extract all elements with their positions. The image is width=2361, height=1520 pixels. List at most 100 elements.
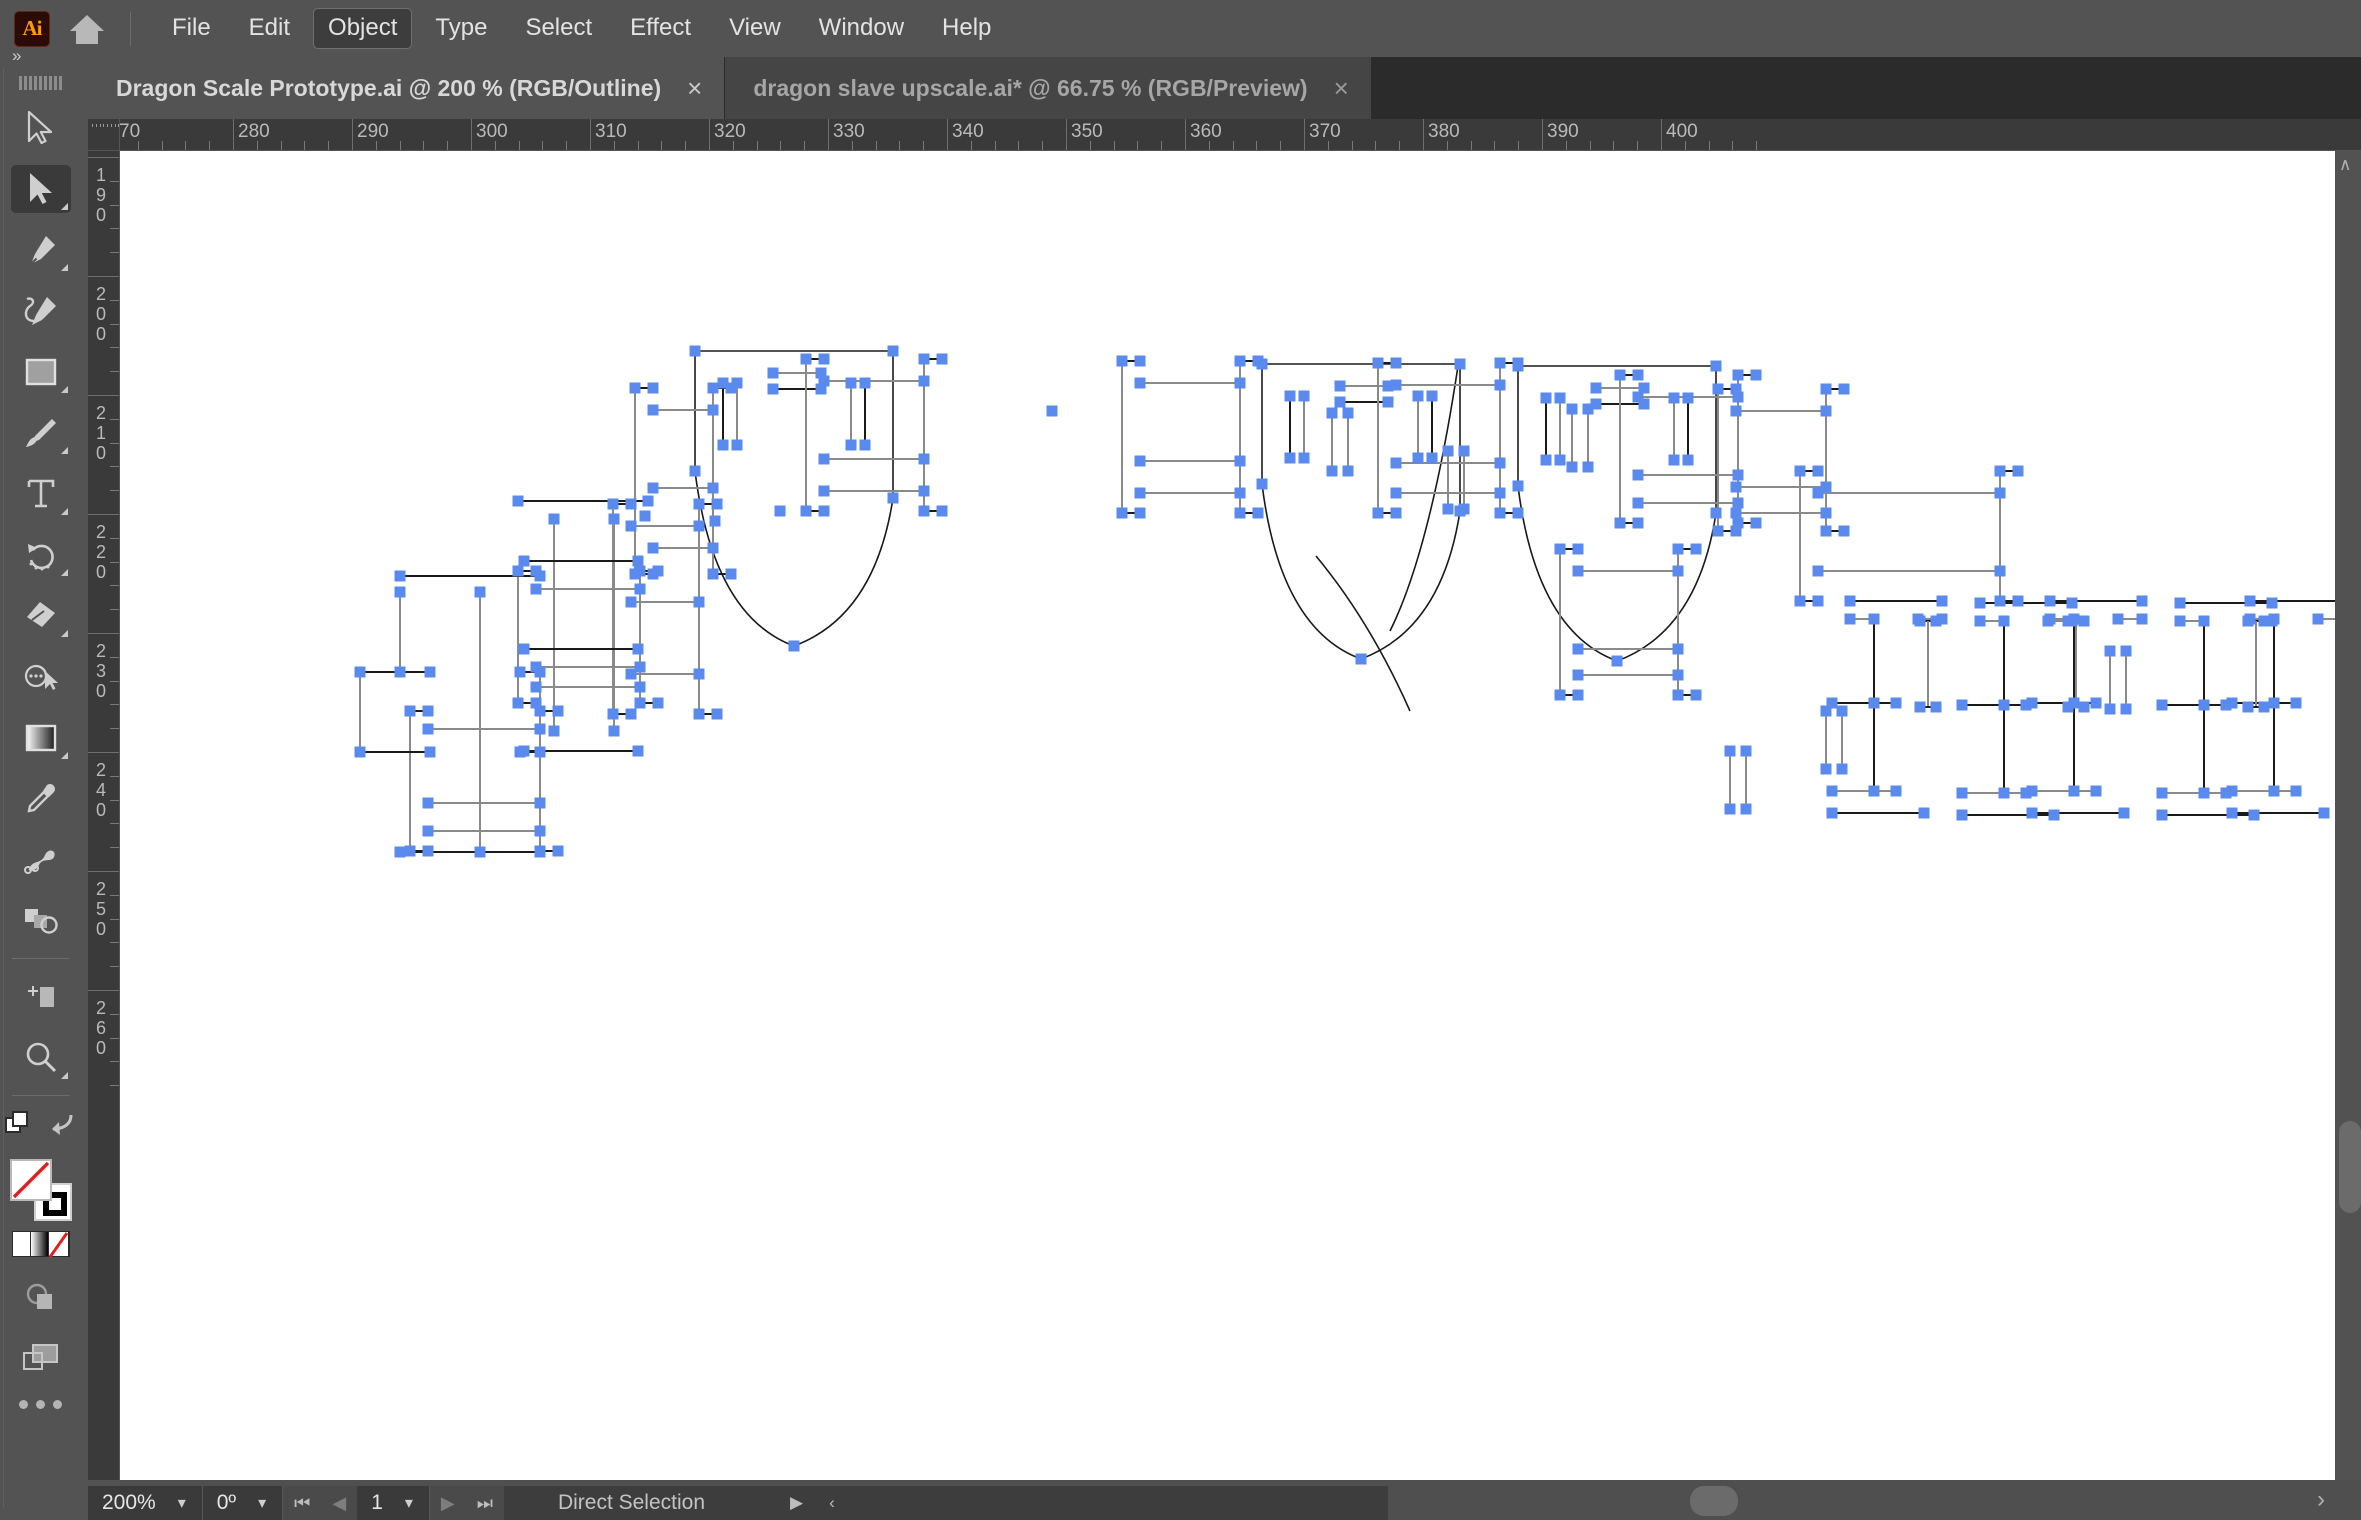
anchor-point[interactable] — [1582, 403, 1594, 415]
tool-flyout-icon[interactable] — [60, 569, 68, 576]
anchor-point[interactable] — [1936, 595, 1948, 607]
anchor-point[interactable] — [918, 485, 930, 497]
anchor-point[interactable] — [2266, 597, 2278, 609]
tool-flyout-icon[interactable] — [60, 752, 68, 759]
zoom-level-field[interactable]: 200% ▾ — [88, 1486, 203, 1520]
anchor-point[interactable] — [1252, 355, 1264, 367]
anchor-point[interactable] — [354, 746, 366, 758]
chevron-down-icon[interactable]: ▾ — [397, 1493, 429, 1513]
anchor-point[interactable] — [548, 513, 560, 525]
anchor-point[interactable] — [1820, 405, 1832, 417]
anchor-point[interactable] — [1234, 377, 1246, 389]
anchor-point[interactable] — [642, 495, 654, 507]
anchor-point[interactable] — [1672, 643, 1684, 655]
anchor-point[interactable] — [1298, 452, 1310, 464]
anchor-point[interactable] — [2268, 785, 2280, 797]
shape-modes-tool[interactable] — [11, 897, 71, 945]
drawing-mode-icon[interactable] — [11, 1273, 71, 1321]
anchor-point[interactable] — [1812, 595, 1824, 607]
anchor-point[interactable] — [818, 485, 830, 497]
anchor-point[interactable] — [2258, 615, 2270, 627]
anchor-point[interactable] — [1730, 525, 1742, 537]
scroll-right-icon[interactable]: › — [2317, 1486, 2325, 1514]
anchor-point[interactable] — [1844, 613, 1856, 625]
anchor-point[interactable] — [800, 505, 812, 517]
anchor-point[interactable] — [1868, 697, 1880, 709]
gradient-swatch-icon[interactable] — [30, 1232, 49, 1256]
anchor-point[interactable] — [1730, 481, 1742, 493]
anchor-point[interactable] — [818, 453, 830, 465]
anchor-point[interactable] — [1812, 487, 1824, 499]
anchor-point[interactable] — [1820, 383, 1832, 395]
anchor-point[interactable] — [1956, 809, 1968, 821]
horizontal-ruler[interactable]: 70 280 290 300 310 320 330 340 350 360 370 380 390 40… — [120, 119, 2361, 151]
anchor-point[interactable] — [1134, 487, 1146, 499]
anchor-point[interactable] — [2066, 597, 2078, 609]
anchor-point[interactable] — [512, 697, 524, 709]
anchor-point[interactable] — [2242, 701, 2254, 713]
anchor-point[interactable] — [711, 498, 723, 510]
anchor-point[interactable] — [625, 520, 637, 532]
anchor-point[interactable] — [2104, 703, 2116, 715]
anchor-point[interactable] — [1890, 785, 1902, 797]
anchor-point[interactable] — [1566, 403, 1578, 415]
anchor-point[interactable] — [709, 515, 721, 527]
anchor-point[interactable] — [608, 725, 620, 737]
vertical-scrollbar[interactable]: ∧ — [2335, 151, 2361, 1480]
anchor-point[interactable] — [2078, 615, 2090, 627]
anchor-point[interactable] — [2198, 615, 2210, 627]
anchor-point[interactable] — [534, 846, 546, 858]
anchor-point[interactable] — [1994, 465, 2006, 477]
anchor-point[interactable] — [394, 570, 406, 582]
anchor-point[interactable] — [394, 586, 406, 598]
horizontal-scrollbar-thumb[interactable] — [1690, 1486, 1738, 1516]
anchor-point[interactable] — [1732, 369, 1744, 381]
anchor-point[interactable] — [1134, 377, 1146, 389]
anchor-point[interactable] — [1412, 452, 1424, 464]
rotate-tool[interactable] — [11, 531, 71, 579]
zoom-tool[interactable] — [11, 1034, 71, 1082]
anchor-point[interactable] — [1134, 455, 1146, 467]
menu-item-view[interactable]: View — [714, 8, 796, 49]
anchor-point[interactable] — [1750, 517, 1762, 529]
anchor-point[interactable] — [689, 465, 701, 477]
collapse-panel-icon[interactable]: » — [12, 46, 21, 66]
anchor-point[interactable] — [534, 797, 546, 809]
anchor-point[interactable] — [634, 583, 646, 595]
anchor-point[interactable] — [2026, 807, 2038, 819]
anchor-point[interactable] — [1614, 517, 1626, 529]
anchor-point[interactable] — [512, 565, 524, 577]
anchor-point[interactable] — [1812, 465, 1824, 477]
color-swatch-icon[interactable] — [12, 1232, 31, 1256]
anchor-point[interactable] — [1998, 787, 2010, 799]
curvature-pen-tool[interactable] — [11, 287, 71, 335]
anchor-point[interactable] — [647, 404, 659, 416]
menu-item-object[interactable]: Object — [313, 8, 413, 49]
anchor-point[interactable] — [918, 453, 930, 465]
anchor-point[interactable] — [1116, 507, 1128, 519]
anchor-point[interactable] — [2242, 615, 2254, 627]
anchor-point[interactable] — [2174, 597, 2186, 609]
pen-tool[interactable] — [11, 226, 71, 274]
anchor-point[interactable] — [534, 825, 546, 837]
anchor-point[interactable] — [2220, 699, 2232, 711]
anchor-point[interactable] — [474, 586, 486, 598]
anchor-point[interactable] — [1730, 507, 1742, 519]
anchor-point[interactable] — [1334, 396, 1346, 408]
anchor-point[interactable] — [1632, 497, 1644, 509]
anchor-point[interactable] — [818, 505, 830, 517]
anchor-point[interactable] — [1494, 507, 1506, 519]
anchor-point[interactable] — [2078, 701, 2090, 713]
anchor-point[interactable] — [1974, 615, 1986, 627]
anchor-point[interactable] — [647, 382, 659, 394]
anchor-point[interactable] — [1836, 705, 1848, 717]
anchor-point[interactable] — [625, 498, 637, 510]
tool-flyout-icon[interactable] — [60, 630, 68, 637]
anchor-point[interactable] — [634, 565, 646, 577]
anchor-point[interactable] — [1554, 543, 1566, 555]
anchor-point[interactable] — [534, 570, 546, 582]
anchor-point[interactable] — [1820, 525, 1832, 537]
anchor-point[interactable] — [634, 661, 646, 673]
last-artboard-button[interactable]: ⏭ — [466, 1493, 504, 1514]
tool-flyout-icon[interactable] — [60, 386, 68, 393]
